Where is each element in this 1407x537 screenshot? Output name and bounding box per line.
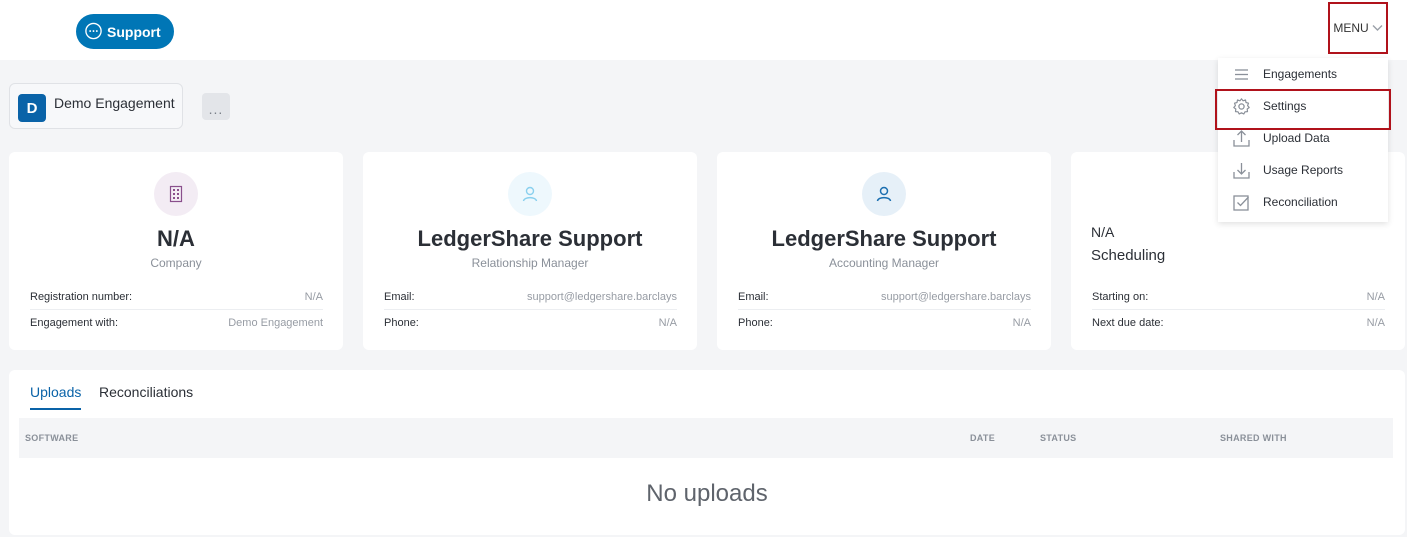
info-value: N/A: [1366, 290, 1385, 303]
engagement-selector[interactable]: D Demo Engagement: [9, 83, 183, 129]
accounting-manager-icon-circle: [862, 172, 906, 216]
tab-reconciliations[interactable]: Reconciliations: [99, 384, 193, 400]
relationship-manager-label: Relationship Manager: [471, 256, 589, 270]
column-header-software[interactable]: SOFTWARE: [25, 433, 78, 443]
settings-highlight-box: [1215, 89, 1391, 130]
upload-icon: [1233, 129, 1250, 147]
menu-item-label: Engagements: [1263, 67, 1338, 81]
info-row: Email: support@ledgershare.barclays: [738, 284, 1031, 310]
scheduling-value: N/A: [1091, 224, 1115, 240]
accounting-manager-label: Accounting Manager: [828, 256, 940, 270]
info-key: Next due date:: [1092, 317, 1164, 329]
info-row: Phone: N/A: [738, 310, 1031, 336]
info-value: N/A: [658, 317, 677, 329]
chat-bubble-icon: [85, 22, 102, 40]
info-row: Phone: N/A: [384, 310, 677, 336]
info-row: Registration number: N/A: [30, 284, 323, 310]
info-key: Phone:: [738, 317, 773, 329]
info-key: Email:: [738, 290, 769, 303]
menu-item-label: Usage Reports: [1263, 163, 1344, 177]
info-key: Registration number:: [30, 290, 133, 303]
menu-item-label: Upload Data: [1263, 131, 1330, 145]
relationship-manager-icon-circle: [508, 172, 552, 216]
empty-state-message: No uploads: [646, 480, 768, 507]
building-icon: [169, 185, 183, 203]
support-button[interactable]: Support: [76, 14, 174, 49]
menu-item-reconciliation[interactable]: Reconciliation: [1218, 186, 1388, 218]
info-key: Starting on:: [1092, 290, 1149, 303]
more-options-button[interactable]: ...: [202, 93, 230, 120]
checkbox-icon: [1233, 194, 1249, 211]
engagement-avatar: D: [18, 94, 46, 122]
menu-item-engagements[interactable]: Engagements: [1218, 58, 1388, 90]
engagement-name: Demo Engagement: [54, 95, 175, 111]
menu-item-label: Reconciliation: [1263, 195, 1338, 209]
uploads-panel: Uploads Reconciliations SOFTWARE DATE ST…: [9, 370, 1405, 535]
company-name: N/A: [157, 226, 195, 251]
info-key: Phone:: [384, 317, 419, 329]
info-value: support@ledgershare.barclays: [881, 290, 1031, 303]
column-header-date[interactable]: DATE: [970, 433, 995, 443]
accounting-manager-card: LedgerShare Support Accounting Manager E…: [717, 152, 1051, 350]
user-icon: [522, 186, 538, 202]
list-icon: [1235, 68, 1248, 80]
info-row: Email: support@ledgershare.barclays: [384, 284, 677, 310]
support-button-label: Support: [107, 23, 161, 40]
info-row: Starting on: N/A: [1092, 284, 1385, 310]
accounting-manager-name: LedgerShare Support: [771, 226, 997, 251]
relationship-manager-card: LedgerShare Support Relationship Manager…: [363, 152, 697, 350]
relationship-manager-name: LedgerShare Support: [417, 226, 643, 251]
user-icon: [876, 186, 892, 202]
info-value: support@ledgershare.barclays: [527, 290, 677, 303]
info-row: Next due date: N/A: [1092, 310, 1385, 336]
column-header-shared-with[interactable]: SHARED WITH: [1220, 433, 1287, 443]
scheduling-label: Scheduling: [1091, 247, 1166, 264]
info-value: N/A: [1012, 317, 1031, 329]
download-icon: [1233, 162, 1250, 179]
info-key: Engagement with:: [30, 317, 119, 329]
tab-uploads[interactable]: Uploads: [30, 384, 82, 410]
info-key: Email:: [384, 290, 415, 303]
menu-button-label: MENU: [1333, 21, 1369, 35]
company-icon-circle: [154, 172, 198, 216]
table-header: SOFTWARE DATE STATUS SHARED WITH: [19, 418, 1393, 458]
menu-item-usage-reports[interactable]: Usage Reports: [1218, 154, 1388, 186]
info-value: Demo Engagement: [228, 317, 323, 329]
info-value: N/A: [304, 290, 323, 303]
info-row: Engagement with: Demo Engagement: [30, 310, 323, 336]
chevron-down-icon: [1372, 25, 1383, 31]
top-bar: Support MENU: [0, 0, 1407, 60]
column-header-status[interactable]: STATUS: [1040, 433, 1076, 443]
company-card: N/A Company Registration number: N/A Eng…: [9, 152, 343, 350]
menu-dropdown: Engagements Settings Upload Data Usage R…: [1218, 58, 1388, 222]
menu-button[interactable]: MENU: [1328, 2, 1388, 54]
company-label: Company: [150, 256, 202, 270]
info-value: N/A: [1366, 317, 1385, 329]
